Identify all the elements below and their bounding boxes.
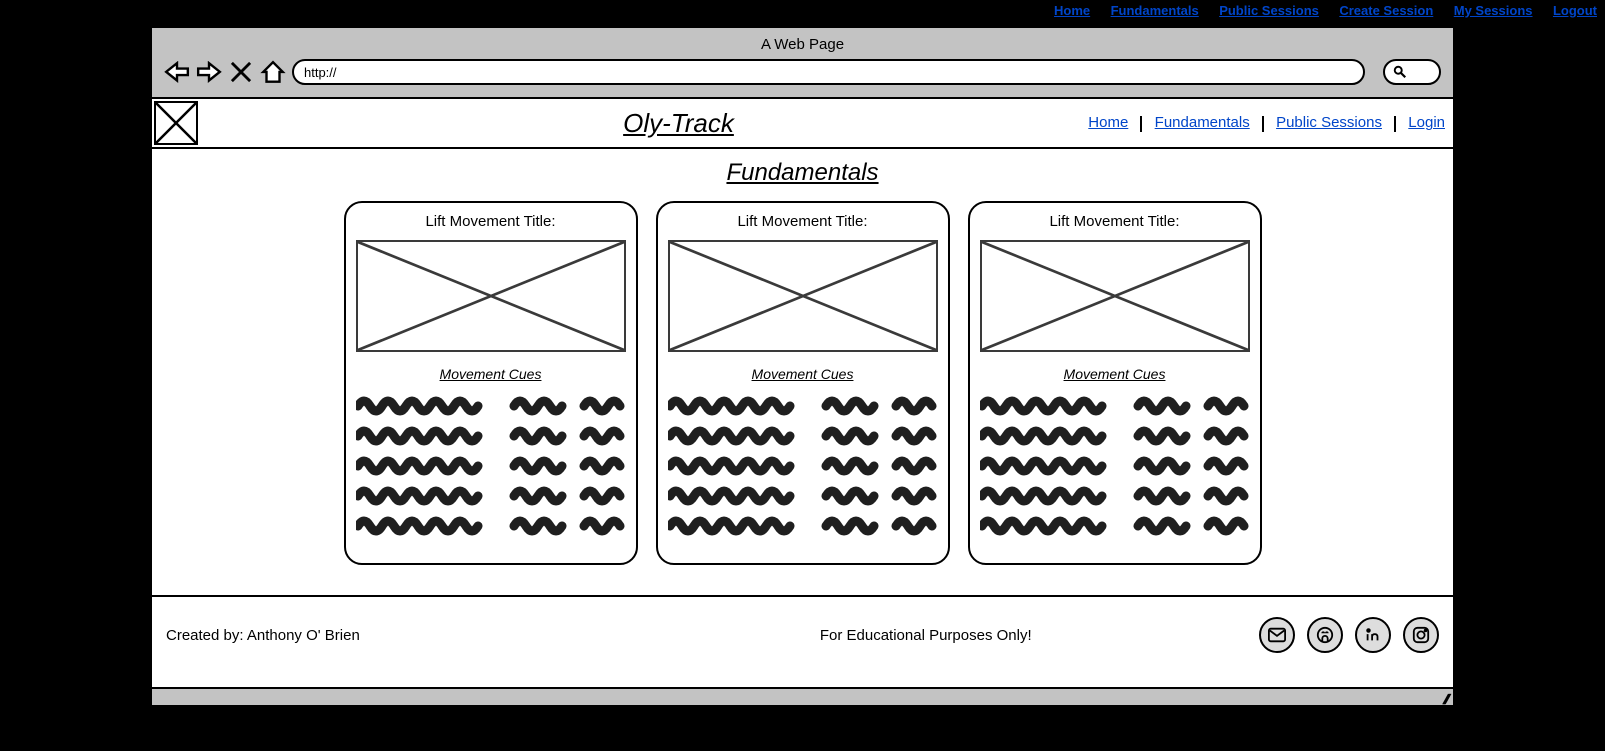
nav-fundamentals[interactable]: Fundamentals <box>1155 114 1250 131</box>
site-title: Oly-Track <box>312 108 1045 139</box>
card-title: Lift Movement Title: <box>980 213 1250 230</box>
url-bar[interactable]: http:// <box>292 59 1365 85</box>
cues-heading: Movement Cues <box>980 366 1250 382</box>
home-icon[interactable] <box>260 60 286 84</box>
cues-heading: Movement Cues <box>668 366 938 382</box>
external-nav: Home Fundamentals Public Sessions Create… <box>0 0 1605 26</box>
footer-note: For Educational Purposes Only! <box>673 627 1180 644</box>
browser-window: A Web Page http:// Oly-Tr <box>150 26 1455 707</box>
image-placeholder <box>980 240 1250 352</box>
instagram-icon[interactable] <box>1403 617 1439 653</box>
movement-card: Lift Movement Title: Movement Cues <box>968 201 1262 565</box>
card-title: Lift Movement Title: <box>356 213 626 230</box>
placeholder-text-icon <box>356 394 626 544</box>
cues-heading: Movement Cues <box>356 366 626 382</box>
ext-nav-my-sessions[interactable]: My Sessions <box>1454 3 1533 18</box>
nav-public-sessions[interactable]: Public Sessions <box>1276 114 1382 131</box>
movement-card: Lift Movement Title: Movement Cues <box>656 201 950 565</box>
linkedin-icon[interactable] <box>1355 617 1391 653</box>
footer-credit: Created by: Anthony O' Brien <box>166 627 673 644</box>
movement-card: Lift Movement Title: Movement Cues <box>344 201 638 565</box>
nav-separator <box>1140 116 1142 132</box>
back-icon[interactable] <box>164 60 190 84</box>
ext-nav-home[interactable]: Home <box>1054 3 1090 18</box>
stop-icon[interactable] <box>228 60 254 84</box>
placeholder-text-icon <box>668 394 938 544</box>
search-pill[interactable] <box>1383 59 1441 85</box>
window-resize-bar: /// <box>152 687 1453 705</box>
nav-login[interactable]: Login <box>1408 114 1445 131</box>
ext-nav-create-session[interactable]: Create Session <box>1339 3 1433 18</box>
ext-nav-logout[interactable]: Logout <box>1553 3 1597 18</box>
site-header: Oly-Track Home Fundamentals Public Sessi… <box>152 99 1453 149</box>
image-placeholder <box>668 240 938 352</box>
image-placeholder <box>356 240 626 352</box>
page-viewport: Oly-Track Home Fundamentals Public Sessi… <box>152 97 1453 687</box>
ext-nav-public-sessions[interactable]: Public Sessions <box>1219 3 1319 18</box>
page-title: Fundamentals <box>166 159 1439 187</box>
card-title: Lift Movement Title: <box>668 213 938 230</box>
main-content: Fundamentals Lift Movement Title: Moveme… <box>152 149 1453 595</box>
card-row: Lift Movement Title: Movement Cues <box>166 201 1439 565</box>
browser-toolbar: http:// <box>152 59 1453 97</box>
mail-icon[interactable] <box>1259 617 1295 653</box>
ext-nav-fundamentals[interactable]: Fundamentals <box>1111 3 1199 18</box>
nav-separator <box>1394 116 1396 132</box>
forward-icon[interactable] <box>196 60 222 84</box>
browser-title: A Web Page <box>152 28 1453 59</box>
placeholder-text-icon <box>980 394 1250 544</box>
nav-home[interactable]: Home <box>1088 114 1128 131</box>
resize-grip-icon[interactable]: /// <box>1441 691 1449 707</box>
url-text: http:// <box>304 65 337 80</box>
social-links <box>1179 617 1439 653</box>
site-nav: Home Fundamentals Public Sessions Login <box>1045 114 1445 131</box>
github-icon[interactable] <box>1307 617 1343 653</box>
nav-separator <box>1262 116 1264 132</box>
site-footer: Created by: Anthony O' Brien For Educati… <box>152 595 1453 673</box>
logo-placeholder <box>154 101 198 145</box>
